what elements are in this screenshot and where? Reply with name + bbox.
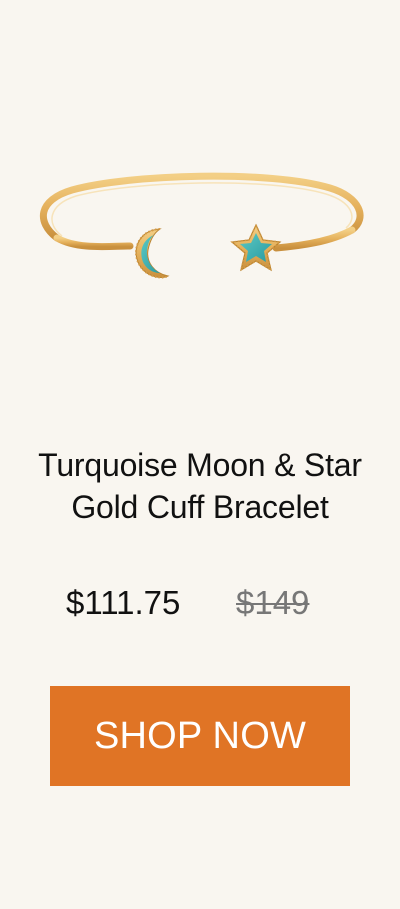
product-image[interactable] [0, 0, 400, 400]
product-title-line2: Gold Cuff Bracelet [71, 489, 329, 525]
product-card: Turquoise Moon & Star Gold Cuff Bracelet… [0, 0, 400, 909]
product-title-line1: Turquoise Moon & Star [38, 447, 362, 483]
product-title[interactable]: Turquoise Moon & Star Gold Cuff Bracelet [0, 444, 400, 528]
sale-price: $111.75 [66, 584, 181, 621]
price-row: $111.75 $149 [0, 580, 400, 626]
shop-now-button[interactable]: SHOP NOW [50, 686, 350, 786]
moon-charm [135, 228, 170, 279]
bracelet-image [39, 172, 364, 279]
original-price: $149 [236, 584, 310, 621]
star-charm [230, 223, 282, 272]
